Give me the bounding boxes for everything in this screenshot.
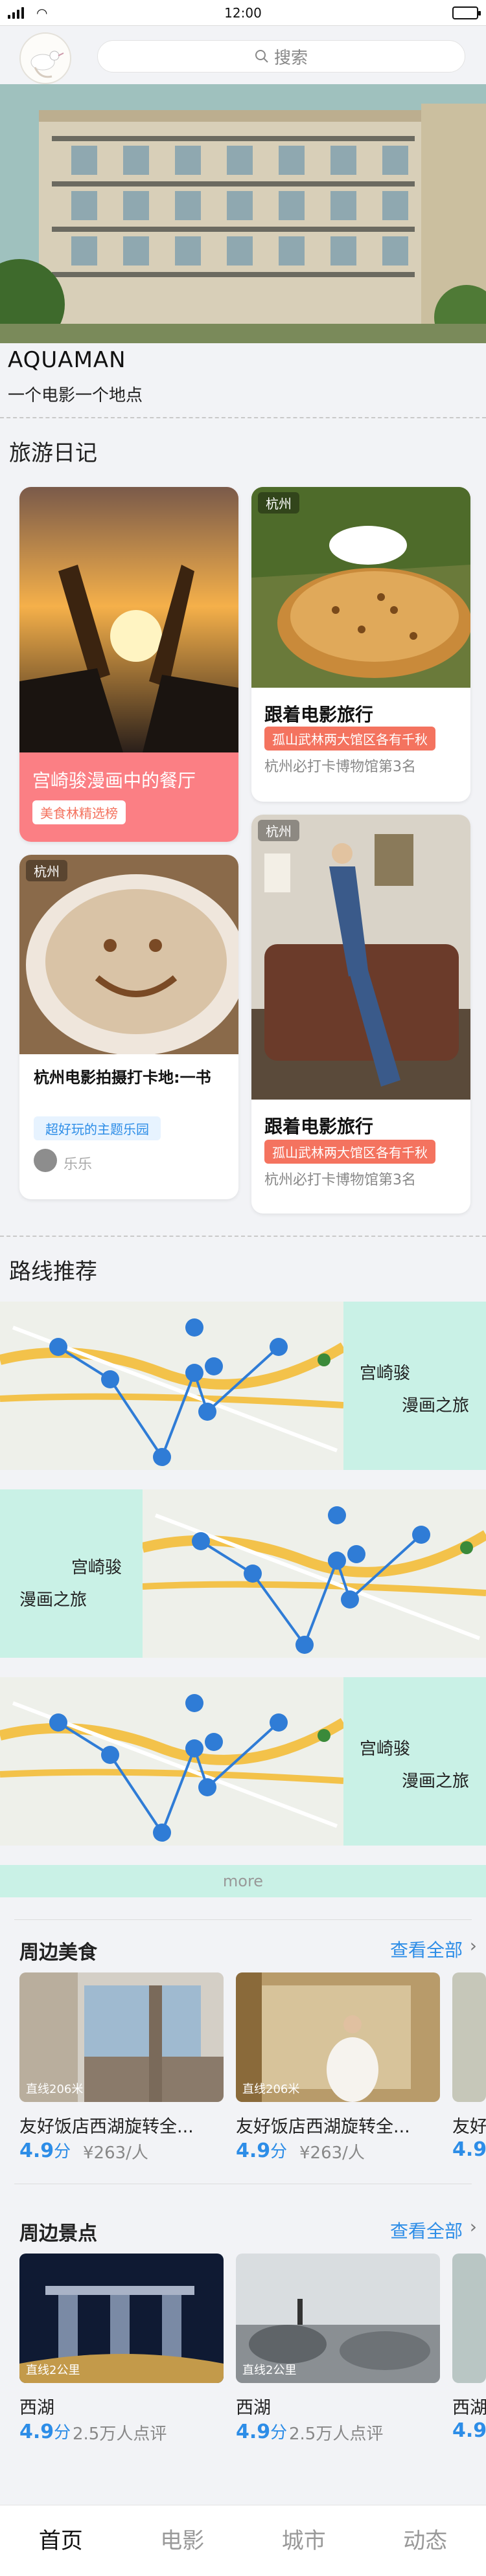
card-desc: 杭州必打卡博物馆第3名 bbox=[264, 1172, 416, 1188]
card-image bbox=[251, 815, 470, 1100]
food-score: 4.9分 bbox=[19, 2140, 71, 2162]
avatar[interactable] bbox=[19, 32, 71, 84]
tab-cities[interactable]: 城市 bbox=[243, 2505, 365, 2576]
card-title: 宫崎骏漫画中的餐厅 bbox=[32, 770, 196, 791]
card-image bbox=[251, 487, 470, 688]
brand-tagline: 一个电影一个地点 bbox=[8, 386, 143, 405]
routes-section-title: 路线推荐 bbox=[9, 1259, 97, 1285]
route-subtitle: 漫画之旅 bbox=[402, 1396, 470, 1416]
route-subtitle: 漫画之旅 bbox=[402, 1772, 470, 1791]
food-name[interactable]: 友好 bbox=[452, 2112, 486, 2138]
sights-section-title: 周边景点 bbox=[19, 2222, 97, 2245]
tab-movies[interactable]: 电影 bbox=[122, 2505, 244, 2576]
food-thumb[interactable]: 直线206米 bbox=[236, 1972, 440, 2102]
card-title: 跟着电影旅行 bbox=[264, 704, 374, 725]
card-location: 杭州 bbox=[258, 492, 299, 514]
card-title: 跟着电影旅行 bbox=[264, 1116, 374, 1137]
sight-name[interactable]: 西湖 bbox=[19, 2393, 54, 2419]
sight-thumb[interactable]: 直线2公里 bbox=[236, 2254, 440, 2383]
divider bbox=[0, 417, 486, 418]
route-card[interactable]: 宫崎骏 漫画之旅 bbox=[0, 1302, 486, 1470]
route-map bbox=[143, 1489, 486, 1658]
sight-score: 4.9分 bbox=[19, 2421, 71, 2443]
route-subtitle: 漫画之旅 bbox=[19, 1590, 87, 1610]
card-tag: 超好玩的主题乐园 bbox=[34, 1116, 161, 1140]
search-placeholder: 搜索 bbox=[273, 48, 308, 68]
sight-thumb[interactable] bbox=[452, 2254, 486, 2383]
food-see-all-link[interactable]: 查看全部 bbox=[390, 1936, 463, 1962]
food-distance: 直线206米 bbox=[26, 2083, 84, 2096]
food-section-title: 周边美食 bbox=[19, 1941, 97, 1964]
food-score: 4.9 bbox=[452, 2138, 486, 2161]
food-distance: 直线206米 bbox=[242, 2083, 300, 2096]
sight-name[interactable]: 西湖 bbox=[236, 2393, 271, 2419]
status-time: 12:00 bbox=[224, 5, 262, 21]
author-name[interactable]: 乐乐 bbox=[64, 1153, 92, 1173]
food-thumb[interactable] bbox=[452, 1972, 486, 2102]
route-map bbox=[0, 1302, 343, 1470]
author-avatar[interactable] bbox=[34, 1149, 57, 1172]
route-title: 宫崎骏 bbox=[360, 1364, 411, 1383]
sight-name[interactable]: 西湖 bbox=[452, 2393, 486, 2419]
route-title: 宫崎骏 bbox=[360, 1739, 411, 1759]
sights-see-all-link[interactable]: 查看全部 bbox=[390, 2217, 463, 2243]
route-title: 宫崎骏 bbox=[71, 1558, 122, 1577]
diary-section-title: 旅游日记 bbox=[9, 440, 97, 466]
bottom-tab-bar: 首页 电影 城市 动态 bbox=[0, 2505, 486, 2576]
route-card[interactable]: 宫崎骏 漫画之旅 bbox=[0, 1677, 486, 1846]
sight-score: 4.9 bbox=[452, 2419, 486, 2442]
food-price: ¥263/人 bbox=[299, 2143, 365, 2163]
hero-banner[interactable] bbox=[0, 84, 486, 343]
chevron-right-icon[interactable]: › bbox=[470, 2216, 477, 2237]
sight-distance: 直线2公里 bbox=[26, 2364, 80, 2377]
sight-score: 4.9分 bbox=[236, 2421, 288, 2443]
more-button[interactable]: more bbox=[0, 1865, 486, 1897]
tab-home[interactable]: 首页 bbox=[0, 2505, 122, 2576]
card-location: 杭州 bbox=[26, 860, 67, 881]
divider bbox=[14, 1919, 472, 1920]
card-tag: 孤山武林两大馆区各有千秋 bbox=[264, 1140, 435, 1164]
sight-distance: 直线2公里 bbox=[242, 2364, 297, 2377]
card-image bbox=[19, 487, 238, 752]
battery-icon bbox=[452, 6, 481, 19]
diary-card[interactable]: 杭州 跟着电影旅行 孤山武林两大馆区各有千秋 杭州必打卡博物馆第3名 bbox=[251, 487, 470, 802]
diary-card[interactable]: 杭州 跟着电影旅行 孤山武林两大馆区各有千秋 杭州必打卡博物馆第3名 bbox=[251, 815, 470, 1214]
search-icon bbox=[255, 50, 268, 63]
sight-reviews: 2.5万人点评 bbox=[289, 2424, 384, 2444]
route-map bbox=[0, 1677, 343, 1846]
status-bar: ◠ 12:00 bbox=[0, 0, 486, 26]
card-desc: 杭州必打卡博物馆第3名 bbox=[264, 759, 416, 775]
card-tag: 美食林精选榜 bbox=[32, 800, 126, 824]
sight-thumb[interactable]: 直线2公里 bbox=[19, 2254, 224, 2383]
diary-card[interactable]: 杭州 杭州电影拍摄打卡地:一书 超好玩的主题乐园 乐乐 bbox=[19, 855, 238, 1199]
route-card[interactable]: 宫崎骏 漫画之旅 bbox=[0, 1489, 486, 1658]
divider bbox=[0, 1236, 486, 1237]
card-location: 杭州 bbox=[258, 820, 299, 841]
food-name[interactable]: 友好饭店西湖旋转全... bbox=[19, 2112, 194, 2138]
card-image bbox=[19, 855, 238, 1054]
diary-card[interactable]: 宫崎骏漫画中的餐厅 美食林精选榜 bbox=[19, 487, 238, 842]
food-price: ¥263/人 bbox=[83, 2143, 148, 2163]
food-score: 4.9分 bbox=[236, 2140, 288, 2162]
food-name[interactable]: 友好饭店西湖旋转全... bbox=[236, 2112, 410, 2138]
card-tag: 孤山武林两大馆区各有千秋 bbox=[264, 727, 435, 751]
card-title: 杭州电影拍摄打卡地:一书 bbox=[34, 1068, 211, 1087]
chevron-right-icon[interactable]: › bbox=[470, 1935, 477, 1956]
search-input[interactable]: 搜索 bbox=[97, 40, 465, 73]
sight-reviews: 2.5万人点评 bbox=[73, 2424, 167, 2444]
brand-name: AQUAMAN bbox=[8, 347, 126, 373]
food-thumb[interactable]: 直线206米 bbox=[19, 1972, 224, 2102]
tab-moments[interactable]: 动态 bbox=[365, 2505, 486, 2576]
